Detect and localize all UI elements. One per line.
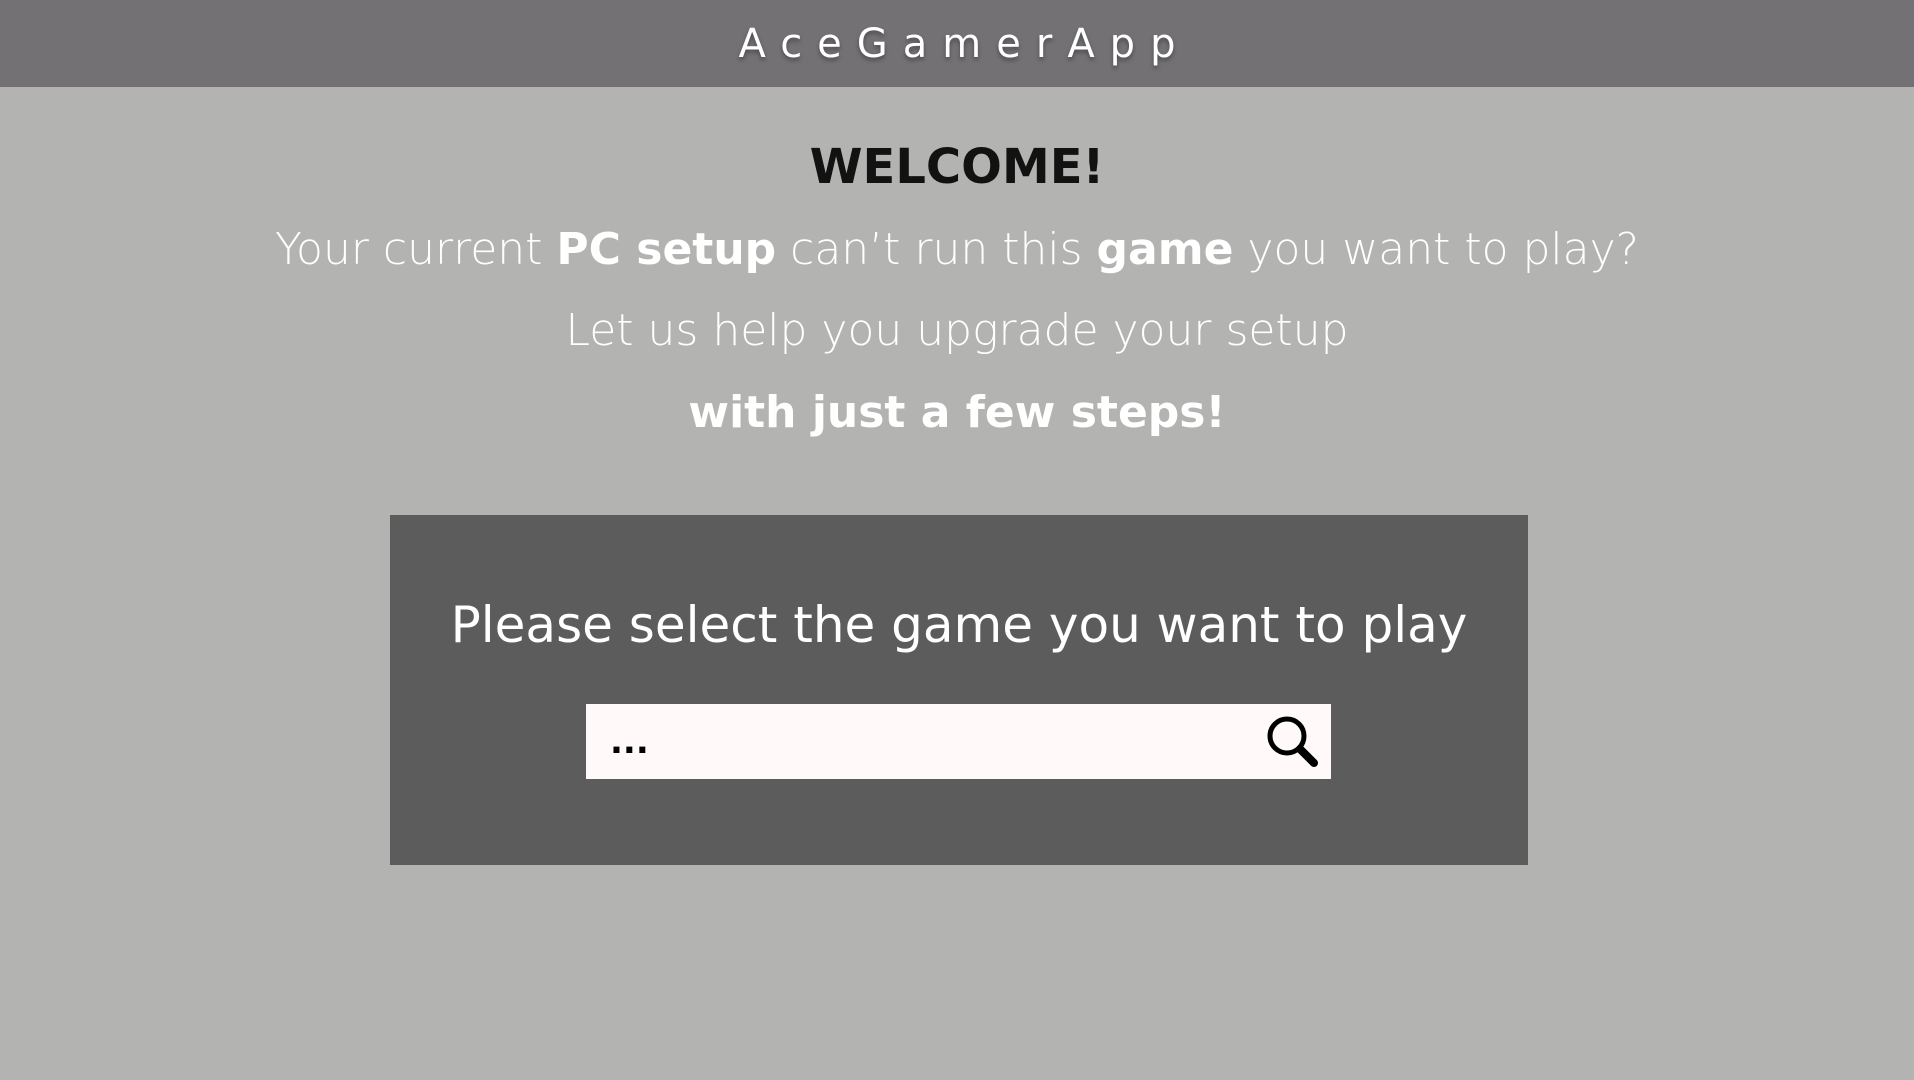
intro-text: you want to play? (1233, 224, 1639, 275)
game-select-prompt: Please select the game you want to play (450, 596, 1468, 654)
app-title: AceGamerApp (738, 20, 1191, 67)
game-search-input[interactable] (586, 704, 1246, 779)
intro-pc-setup: PC setup (556, 224, 777, 275)
top-bar: AceGamerApp (0, 0, 1914, 87)
game-search-box (586, 704, 1331, 779)
intro-line-2: Let us help you upgrade your setup (565, 305, 1349, 356)
welcome-heading: WELCOME! (809, 139, 1105, 195)
search-icon[interactable] (1263, 712, 1323, 772)
intro-line-1: Your current PC setup can’t run this gam… (0, 222, 1914, 278)
intro-text: Your current (275, 224, 557, 275)
intro-game: game (1096, 224, 1234, 275)
game-select-panel: Please select the game you want to play (390, 515, 1528, 865)
intro-line-3: with just a few steps! (688, 387, 1226, 438)
intro-text: can’t run this (776, 224, 1097, 275)
